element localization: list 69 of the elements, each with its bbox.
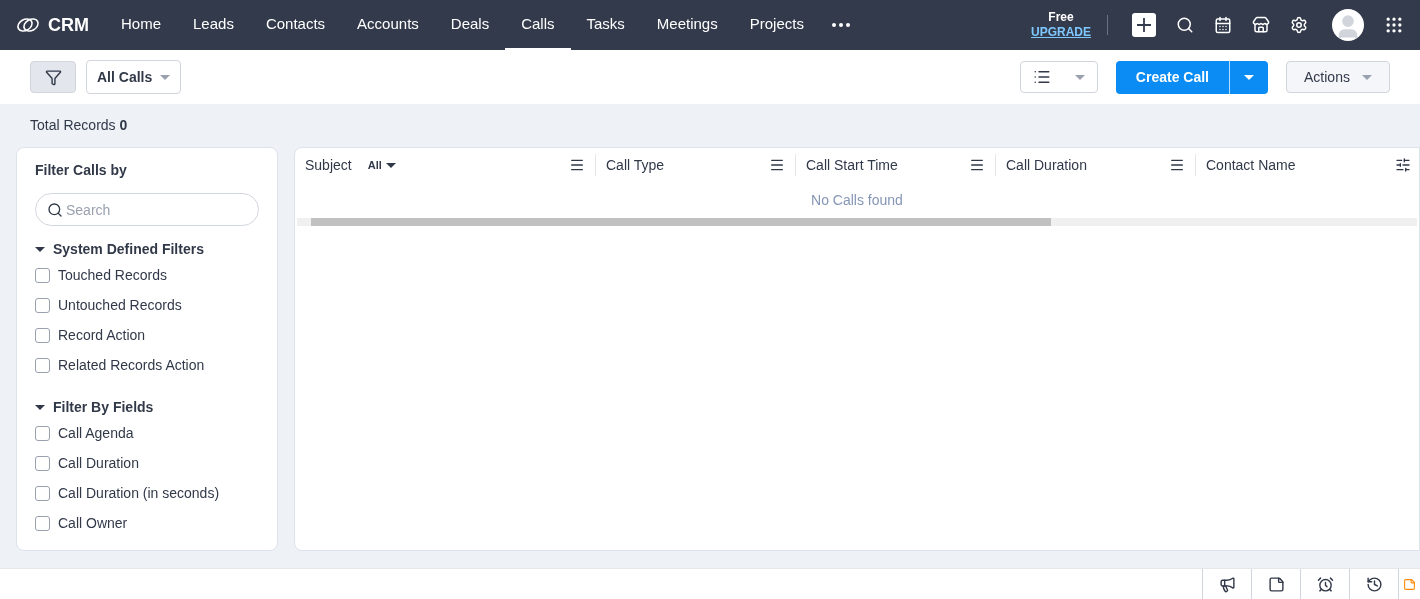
filter-icon (44, 68, 62, 86)
column-settings-icon[interactable] (1395, 157, 1411, 173)
horizontal-scrollbar[interactable] (297, 218, 1417, 226)
filter-option-label: Untouched Records (58, 295, 182, 315)
caret-icon (1244, 74, 1254, 80)
nav-tab[interactable]: Accounts (341, 0, 435, 50)
list-icon (1032, 68, 1051, 86)
nav-tab[interactable]: Contacts (249, 0, 342, 50)
more-icon[interactable] (831, 23, 850, 27)
caret-icon (1074, 74, 1085, 80)
search-field[interactable]: Search (35, 193, 259, 226)
checkbox[interactable] (35, 455, 50, 471)
app-name: CRM (48, 13, 89, 37)
settings-icon[interactable] (1290, 16, 1308, 34)
column-menu-icon[interactable] (769, 157, 785, 173)
upgrade-link[interactable]: UPGRADE (1031, 25, 1091, 40)
nav-tab[interactable]: Deals (434, 0, 506, 50)
column-menu-icon[interactable] (569, 157, 585, 173)
column-header[interactable]: Call Type (606, 154, 665, 176)
store-icon[interactable] (1252, 16, 1270, 34)
caret-icon (385, 162, 396, 168)
actions-dropdown[interactable]: Actions (1286, 61, 1390, 93)
nav-tab[interactable]: Tasks (570, 0, 641, 50)
filter-title: Filter Calls by (35, 161, 128, 180)
filter-option-label: Related Records Action (58, 355, 205, 375)
filter-option-label: Call Owner (58, 513, 128, 533)
empty-message: No Calls found (811, 190, 903, 210)
filter-option-label: Call Duration (in seconds) (58, 483, 220, 503)
nav-tab[interactable]: Projects (733, 0, 820, 50)
expand-caret-icon[interactable] (35, 404, 45, 410)
expand-caret-icon[interactable] (35, 246, 45, 252)
filter-option-label: Call Duration (58, 453, 139, 473)
filter-toggle-button[interactable] (30, 61, 76, 93)
column-header[interactable]: Call Duration (1006, 154, 1087, 176)
checkbox[interactable] (35, 267, 50, 283)
nav-tab[interactable]: Home (105, 0, 177, 50)
column-header[interactable]: Subject (305, 154, 352, 176)
checkbox[interactable] (35, 297, 50, 313)
view-dropdown[interactable]: All Calls (86, 60, 182, 94)
subject-filter-dropdown[interactable]: All (367, 156, 396, 174)
total-records: Total Records 0 (30, 116, 128, 135)
column-header[interactable]: Contact Name (1206, 154, 1296, 176)
checkbox[interactable] (35, 357, 50, 373)
plus-icon (1136, 17, 1152, 33)
checkbox[interactable] (35, 425, 50, 441)
nav-tab[interactable]: Leads (177, 0, 250, 50)
list-view-dropdown[interactable] (1019, 61, 1098, 93)
column-menu-icon[interactable] (969, 157, 985, 173)
plan-name: Free (1048, 10, 1074, 25)
search-icon (47, 202, 63, 218)
filter-option-label: Touched Records (58, 265, 167, 285)
calendar-icon[interactable] (1214, 16, 1232, 34)
nav-tab[interactable]: Meetings (640, 0, 734, 50)
search-icon[interactable] (1176, 16, 1194, 34)
checkbox[interactable] (35, 485, 50, 501)
avatar[interactable] (1332, 9, 1364, 41)
filter-section-title: Filter By Fields (53, 397, 154, 417)
caret-icon (160, 74, 171, 80)
filter-option-label: Call Agenda (58, 423, 134, 443)
checkbox[interactable] (35, 327, 50, 343)
column-menu-icon[interactable] (1169, 157, 1185, 173)
checkbox[interactable] (35, 515, 50, 531)
filter-option-label: Record Action (58, 325, 146, 345)
logo-icon (16, 16, 40, 34)
add-button[interactable] (1132, 13, 1156, 37)
column-header[interactable]: Call Start Time (806, 154, 898, 176)
filter-section-title: System Defined Filters (53, 239, 204, 259)
caret-icon (1361, 74, 1372, 80)
apps-grid-icon[interactable] (1384, 15, 1404, 35)
